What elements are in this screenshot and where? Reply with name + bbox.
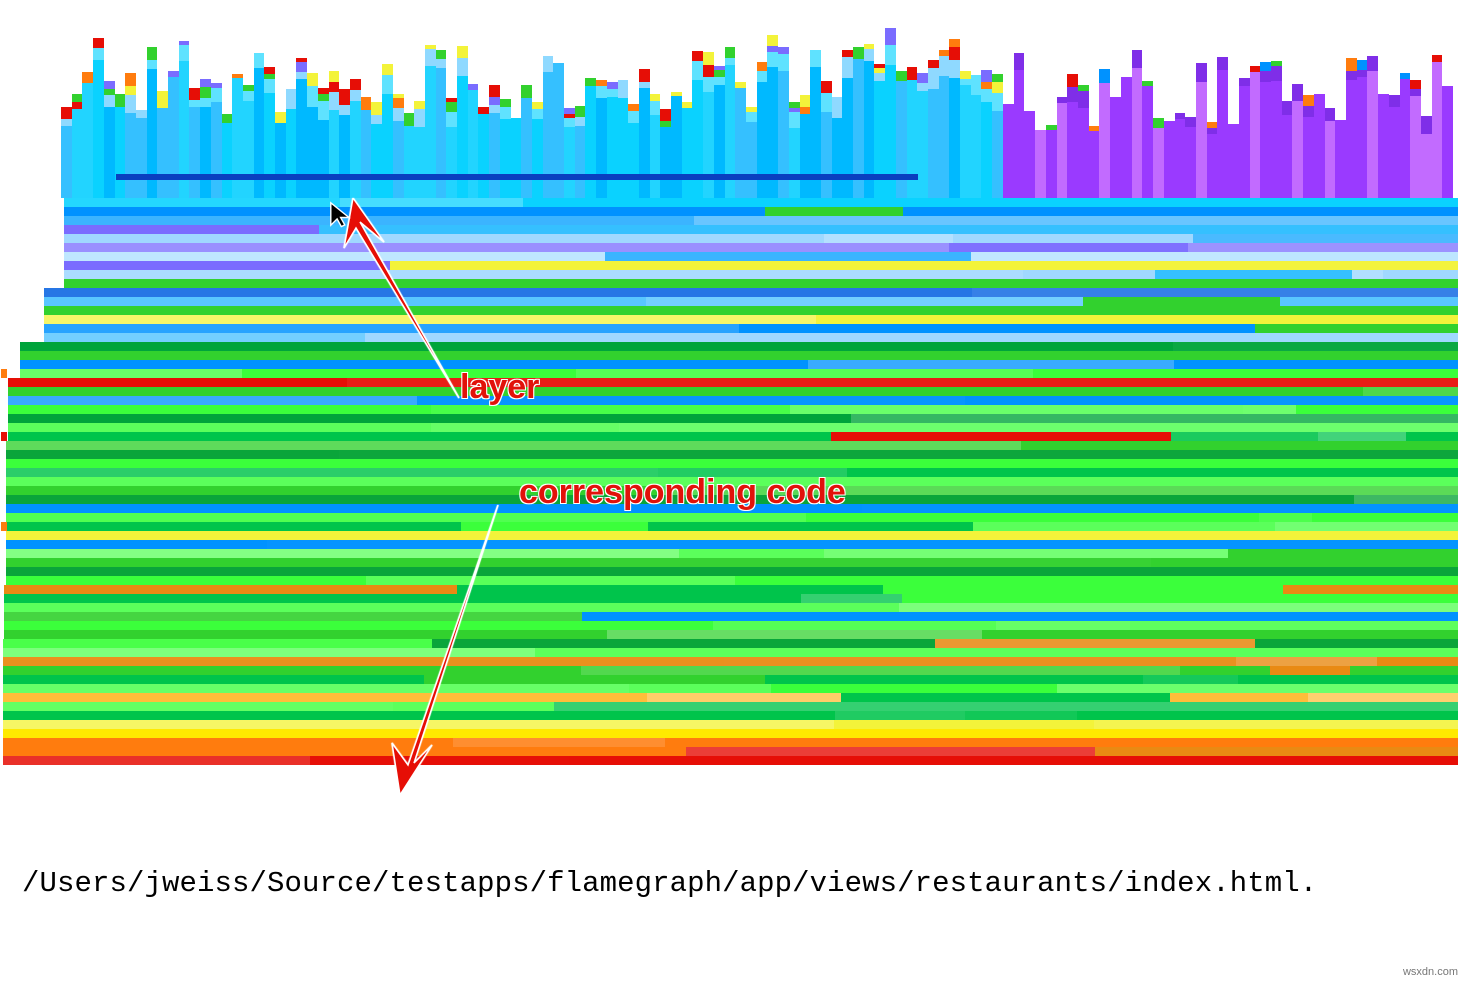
flame-row[interactable] [6,567,1458,576]
flame-row[interactable] [8,414,1458,423]
flame-row[interactable] [8,423,1458,432]
flame-row[interactable] [8,405,1458,414]
flame-row[interactable] [6,576,1458,585]
flame-row[interactable] [3,711,1458,720]
flame-peaks-right[interactable] [1003,0,1453,198]
flame-row[interactable] [44,333,1458,342]
flame-row[interactable] [4,594,1458,603]
flame-row[interactable] [8,378,1458,387]
flame-row[interactable] [64,225,1458,234]
flame-row[interactable] [64,216,1458,225]
flame-row[interactable] [64,243,1458,252]
flame-row[interactable] [3,756,1458,765]
flame-row[interactable] [3,702,1458,711]
watermark: wsxdn.com [1403,966,1458,978]
flame-row[interactable] [64,252,1458,261]
flame-row[interactable] [4,585,1458,594]
hovered-frame-details: /Users/jweiss/Source/testapps/flamegraph… [22,786,1317,982]
flame-row[interactable] [3,666,1458,675]
flame-row[interactable] [6,540,1458,549]
flame-row[interactable] [3,693,1458,702]
flame-row[interactable] [3,648,1458,657]
flame-row[interactable] [44,306,1458,315]
flame-row[interactable] [3,720,1458,729]
flame-row[interactable] [4,603,1458,612]
flame-row[interactable] [6,459,1458,468]
arrow-code [386,505,501,795]
screenshot-root: { "chart_data": { "type": "flamegraph", … [0,0,1464,982]
flame-row[interactable] [64,207,1458,216]
flame-row[interactable] [6,441,1458,450]
flame-row[interactable] [64,270,1458,279]
flame-row[interactable] [6,558,1458,567]
flame-row[interactable] [20,351,1458,360]
flame-row[interactable] [3,675,1458,684]
flame-row[interactable] [44,315,1458,324]
flame-row[interactable] [64,234,1458,243]
flame-row[interactable] [3,747,1458,756]
flame-row[interactable] [44,297,1458,306]
flame-row[interactable] [8,387,1458,396]
selected-layer-highlight [116,174,918,180]
frame-path: /Users/jweiss/Source/testapps/flamegraph… [22,864,1317,903]
flame-row[interactable] [4,630,1458,639]
annotation-layer-label: layer [460,368,539,407]
flame-row[interactable] [6,450,1458,459]
flame-peaks-left[interactable] [61,0,1003,198]
flame-row[interactable] [8,432,1458,441]
flame-row[interactable] [3,684,1458,693]
flame-row[interactable] [3,657,1458,666]
flame-row[interactable] [20,342,1458,351]
flame-row[interactable] [3,729,1458,738]
flame-row[interactable] [3,639,1458,648]
annotation-code-label: corresponding code [519,473,846,512]
flame-row[interactable] [6,513,1458,522]
flame-row[interactable] [4,612,1458,621]
flame-row[interactable] [44,324,1458,333]
flame-row[interactable] [44,288,1458,297]
flame-row[interactable] [6,531,1458,540]
flame-row[interactable] [20,360,1458,369]
flame-row[interactable] [64,198,1458,207]
flame-row[interactable] [4,621,1458,630]
flame-row[interactable] [6,522,1458,531]
flame-row[interactable] [6,549,1458,558]
flame-row[interactable] [20,369,1458,378]
flame-row[interactable] [8,396,1458,405]
flame-row[interactable] [64,279,1458,288]
flame-row[interactable] [64,261,1458,270]
flame-row[interactable] [3,738,1458,747]
